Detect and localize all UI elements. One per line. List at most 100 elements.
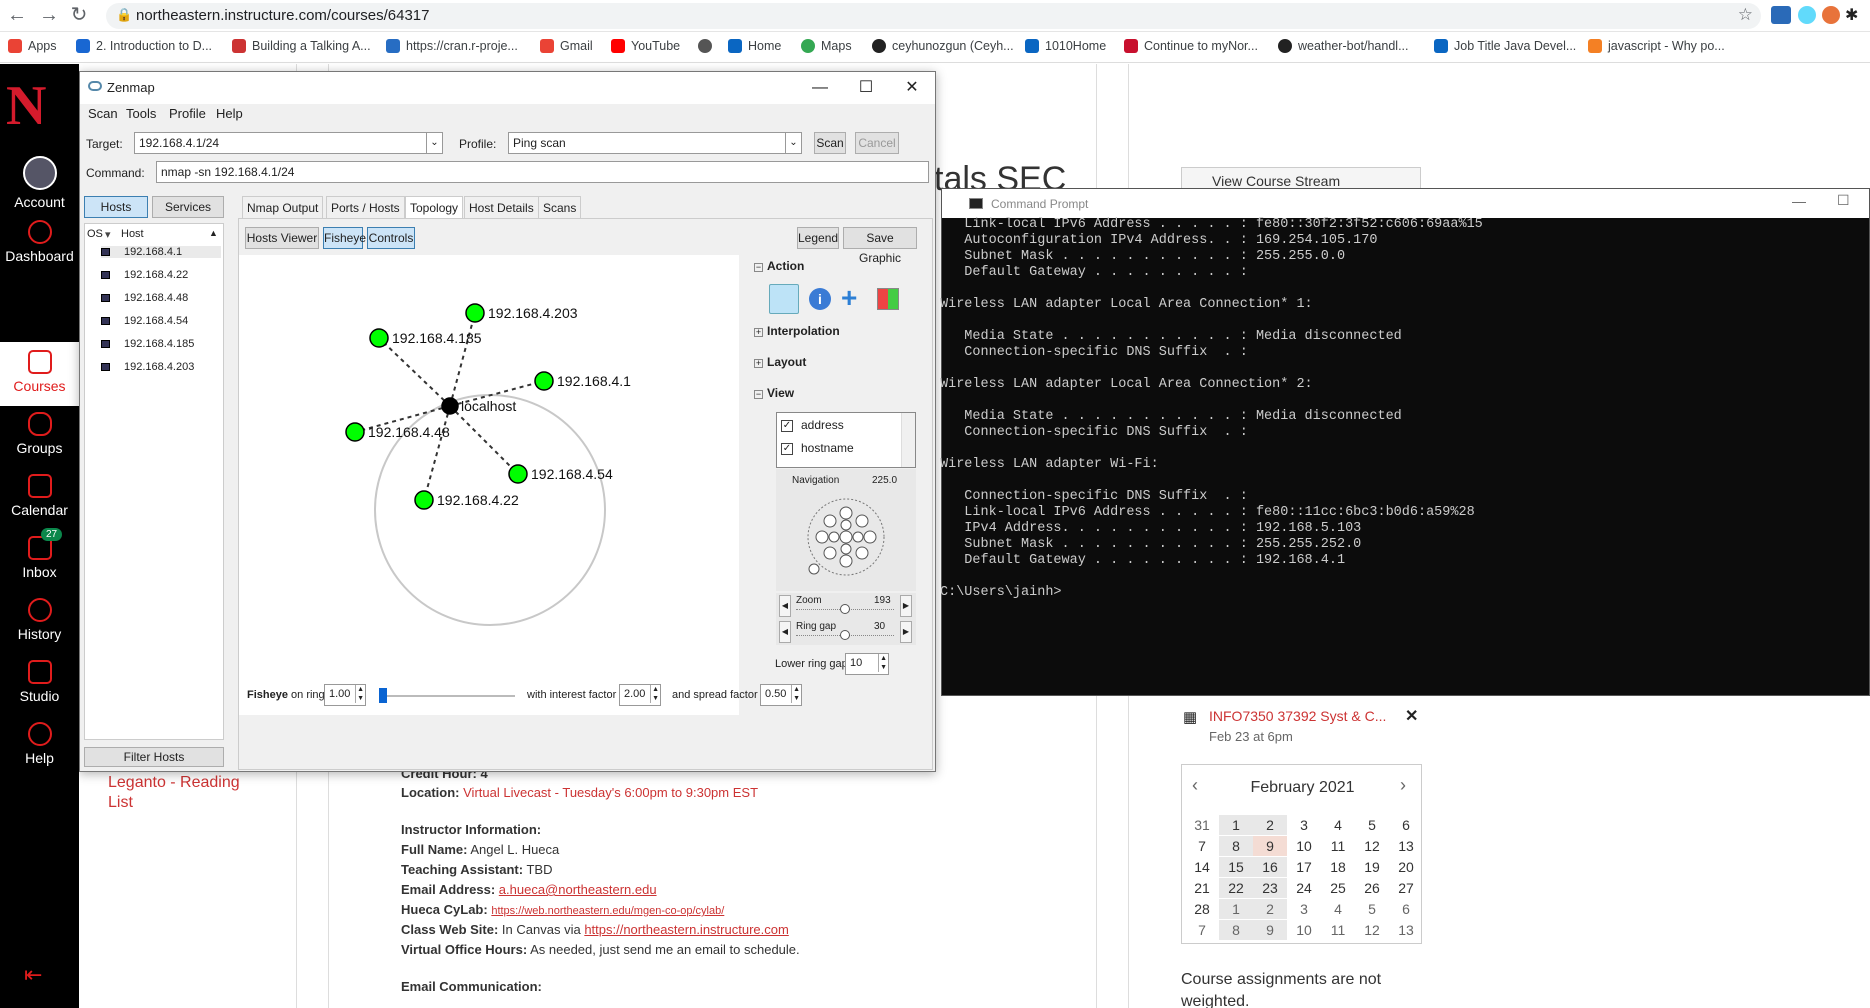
calendar-day[interactable]: 3 xyxy=(1287,815,1321,835)
localhost-node[interactable] xyxy=(441,397,459,415)
bookmark-apps[interactable]: Apps xyxy=(8,39,57,53)
bookmark[interactable]: Gmail xyxy=(540,39,593,53)
scroll-right-icon[interactable]: ▶ xyxy=(900,621,912,643)
ringgap-slider[interactable] xyxy=(840,630,850,640)
dismiss-icon[interactable]: ✕ xyxy=(1405,706,1418,726)
arrow-action-icon[interactable] xyxy=(769,284,799,314)
bookmark[interactable]: https://cran.r-proje... xyxy=(386,39,518,53)
calendar-day[interactable]: 20 xyxy=(1389,857,1423,877)
calendar-day[interactable]: 7 xyxy=(1185,920,1219,940)
calendar-day[interactable]: 6 xyxy=(1389,899,1423,919)
calendar-day[interactable]: 28 xyxy=(1185,899,1219,919)
chevron-down-icon[interactable]: ⌄ xyxy=(785,133,801,153)
spinner-icon[interactable]: ▲ ▼ xyxy=(355,685,365,703)
site-link[interactable]: https://northeastern.instructure.com xyxy=(584,922,788,937)
bookmark[interactable]: ceyhunozgun (Ceyh... xyxy=(872,39,1014,53)
star-icon[interactable]: ☆ xyxy=(1738,5,1753,25)
host-row[interactable]: 192.168.4.203 xyxy=(101,361,194,373)
menu-tools[interactable]: Tools xyxy=(126,106,156,121)
region-icon[interactable] xyxy=(877,288,899,310)
interest-input[interactable]: 2.00 ▲ ▼ xyxy=(619,684,661,706)
os-column-header[interactable]: OS xyxy=(87,228,103,240)
minimize-button[interactable]: — xyxy=(1792,193,1806,209)
spinner-icon[interactable]: ▲ ▼ xyxy=(650,685,660,703)
calendar-day[interactable]: 18 xyxy=(1321,857,1355,877)
collapse-nav-icon[interactable]: ⇤ xyxy=(24,962,42,988)
bookmark[interactable]: Job Title Java Devel... xyxy=(1434,39,1576,53)
calendar-day[interactable]: 5 xyxy=(1355,815,1389,835)
host-node[interactable] xyxy=(534,371,554,391)
host-row[interactable]: 192.168.4.1 xyxy=(101,246,221,258)
calendar-day[interactable]: 7 xyxy=(1185,836,1219,856)
bookmark[interactable]: 1010Home xyxy=(1025,39,1106,53)
calendar-day[interactable]: 9 xyxy=(1253,836,1287,856)
command-input[interactable]: nmap -sn 192.168.4.1/24 xyxy=(156,161,929,183)
calendar-day[interactable]: 1 xyxy=(1219,815,1253,835)
calendar-day[interactable]: 11 xyxy=(1321,836,1355,856)
next-month-icon[interactable]: › xyxy=(1400,775,1406,796)
save-graphic-button[interactable]: Save Graphic xyxy=(843,227,917,265)
checkbox-icon[interactable]: ✓ xyxy=(781,442,793,455)
nav-dashboard[interactable]: Dashboard xyxy=(0,220,79,264)
calendar-day[interactable]: 8 xyxy=(1219,920,1253,940)
calendar-day[interactable]: 26 xyxy=(1355,878,1389,898)
reload-icon[interactable]: ↻ xyxy=(68,4,90,26)
scan-button[interactable]: Scan xyxy=(814,132,846,154)
command-prompt-window[interactable]: Command Prompt — ☐ Link-local IPv6 Addre… xyxy=(940,188,1870,696)
calendar-day[interactable]: 24 xyxy=(1287,878,1321,898)
lower-ring-gap-input[interactable]: 10 ▲ ▼ xyxy=(845,653,889,675)
host-row[interactable]: 192.168.4.54 xyxy=(101,315,188,327)
calendar-day[interactable]: 8 xyxy=(1219,836,1253,856)
tab-scans[interactable]: Scans xyxy=(538,196,582,218)
zoom-slider[interactable] xyxy=(840,604,850,614)
maximize-button[interactable]: ☐ xyxy=(846,76,886,100)
forward-icon[interactable]: → xyxy=(38,4,60,26)
nav-courses[interactable]: Courses xyxy=(0,342,79,406)
expand-icon[interactable]: + xyxy=(754,359,763,368)
spread-input[interactable]: 0.50 ▲ ▼ xyxy=(760,684,802,706)
nav-account[interactable]: Account xyxy=(0,156,79,210)
calendar-day[interactable]: 2 xyxy=(1253,899,1287,919)
leganto-link[interactable]: Leganto - Reading List xyxy=(108,773,248,813)
tab-host-details[interactable]: Host Details xyxy=(464,196,539,218)
nav-inbox[interactable]: Inbox 27 xyxy=(0,528,79,580)
host-node[interactable] xyxy=(345,422,365,442)
extension-icon[interactable] xyxy=(1771,6,1791,24)
calendar-day[interactable]: 31 xyxy=(1185,815,1219,835)
spinner-icon[interactable]: ▲ ▼ xyxy=(791,685,801,703)
globe-icon[interactable] xyxy=(698,39,712,53)
host-node[interactable] xyxy=(465,303,485,323)
bookmark[interactable]: Continue to myNor... xyxy=(1124,39,1258,53)
view-course-stream-button[interactable]: View Course Stream xyxy=(1181,167,1421,189)
scroll-left-icon[interactable]: ◀ xyxy=(779,595,791,617)
expand-icon[interactable]: + xyxy=(754,328,763,337)
host-column-header[interactable]: Host xyxy=(121,228,144,240)
bookmark[interactable]: weather-bot/handl... xyxy=(1278,39,1409,53)
nav-help[interactable]: Help xyxy=(0,722,79,766)
northeastern-logo[interactable]: N xyxy=(6,78,46,134)
target-input[interactable]: 192.168.4.1/24 ⌄ xyxy=(134,132,443,154)
email-link[interactable]: a.hueca@northeastern.edu xyxy=(499,882,657,897)
calendar-day[interactable]: 13 xyxy=(1389,920,1423,940)
calendar-day[interactable]: 2 xyxy=(1253,815,1287,835)
scroll-left-icon[interactable]: ◀ xyxy=(779,621,791,643)
view-option-address[interactable]: ✓ address xyxy=(781,418,844,432)
calendar-day[interactable]: 15 xyxy=(1219,857,1253,877)
menu-scan[interactable]: Scan xyxy=(88,106,118,121)
scrollbar[interactable] xyxy=(901,413,915,467)
calendar-day[interactable]: 12 xyxy=(1355,920,1389,940)
todo-link[interactable]: INFO7350 37392 Syst & C... xyxy=(1209,708,1386,724)
maximize-button[interactable]: ☐ xyxy=(1837,192,1850,209)
calendar-day[interactable]: 4 xyxy=(1321,815,1355,835)
fisheye-button[interactable]: Fisheye xyxy=(323,227,366,249)
navigation-wheel[interactable] xyxy=(804,495,888,579)
calendar-day[interactable]: 9 xyxy=(1253,920,1287,940)
bookmark[interactable]: Home xyxy=(728,39,781,53)
calendar-day[interactable]: 10 xyxy=(1287,920,1321,940)
calendar-day[interactable]: 22 xyxy=(1219,878,1253,898)
menu-profile[interactable]: Profile xyxy=(169,106,206,121)
host-node[interactable] xyxy=(508,464,528,484)
calendar-day[interactable]: 21 xyxy=(1185,878,1219,898)
filter-hosts-button[interactable]: Filter Hosts xyxy=(84,747,224,767)
calendar-day[interactable]: 3 xyxy=(1287,899,1321,919)
